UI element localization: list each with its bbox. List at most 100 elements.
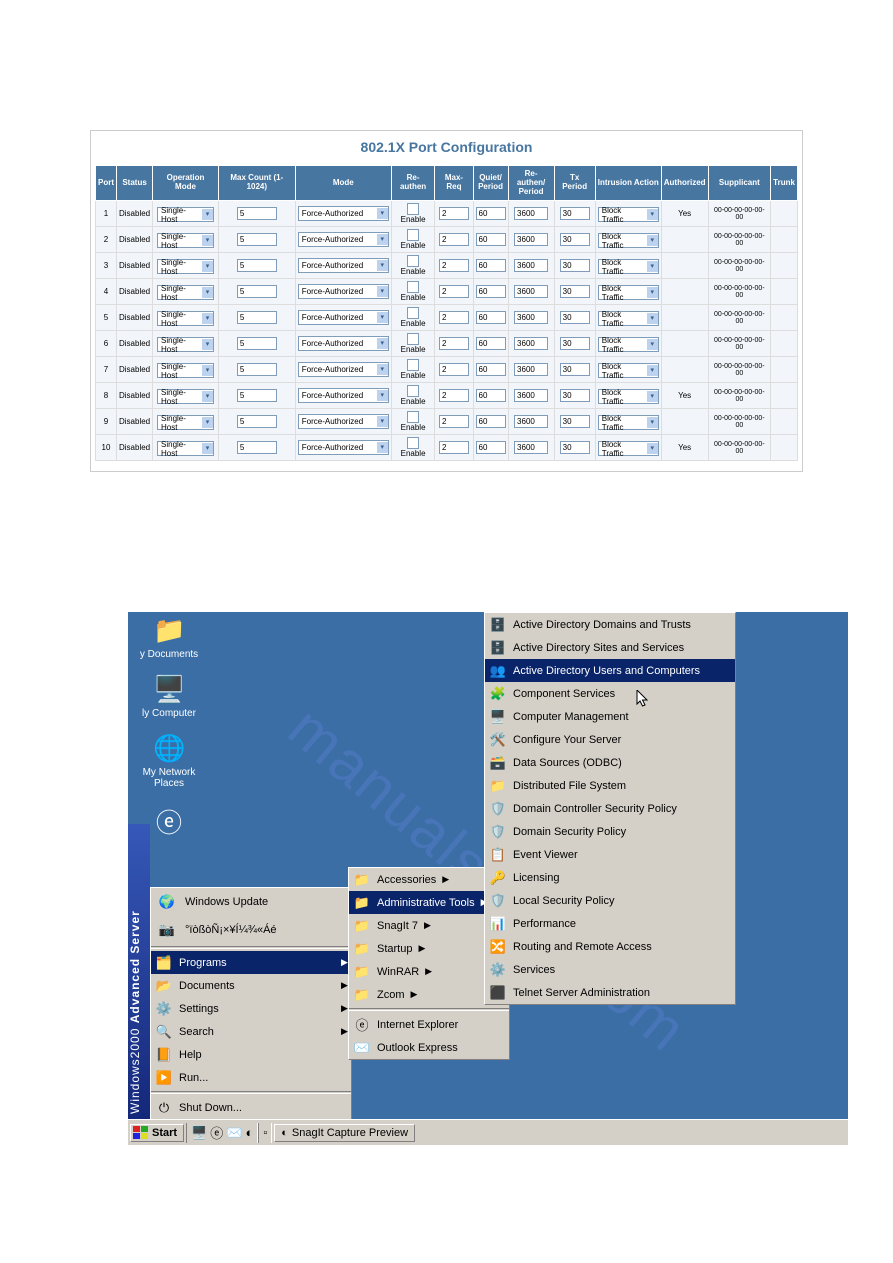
checkbox[interactable] — [407, 281, 419, 293]
text-input[interactable] — [237, 259, 277, 272]
select-field[interactable]: Force-Authorized▾ — [298, 440, 389, 455]
text-input[interactable] — [237, 337, 277, 350]
text-input[interactable] — [514, 285, 548, 298]
select-field[interactable]: Force-Authorized▾ — [298, 232, 389, 247]
text-input[interactable] — [439, 259, 469, 272]
menu-item[interactable]: ⚙️Services — [485, 958, 735, 981]
ie-ql-icon[interactable]: ⓔ — [210, 1123, 223, 1142]
text-input[interactable] — [237, 363, 277, 376]
menu-item[interactable]: 🖥️Computer Management — [485, 705, 735, 728]
text-input[interactable] — [476, 415, 506, 428]
select-field[interactable]: Single-Host▾ — [157, 337, 214, 352]
text-input[interactable] — [439, 363, 469, 376]
select-field[interactable]: Block Traffic▾ — [598, 415, 659, 430]
checkbox[interactable] — [407, 203, 419, 215]
text-input[interactable] — [237, 233, 277, 246]
text-input[interactable] — [476, 363, 506, 376]
menu-item[interactable]: 🔀Routing and Remote Access — [485, 935, 735, 958]
spacer-ql-icon[interactable]: ▫ — [263, 1127, 267, 1139]
select-field[interactable]: Block Traffic▾ — [598, 259, 659, 274]
desktop[interactable]: manualshive.com 📁y Documents🖥️ly Compute… — [128, 612, 848, 1145]
checkbox[interactable] — [407, 307, 419, 319]
checkbox[interactable] — [407, 385, 419, 397]
text-input[interactable] — [237, 285, 277, 298]
text-input[interactable] — [439, 311, 469, 324]
menu-item[interactable]: 🔑Licensing — [485, 866, 735, 889]
checkbox[interactable] — [407, 229, 419, 241]
menu-item[interactable]: 📁Distributed File System — [485, 774, 735, 797]
text-input[interactable] — [514, 415, 548, 428]
text-input[interactable] — [476, 389, 506, 402]
select-field[interactable]: Single-Host▾ — [157, 441, 214, 456]
snagit-ql-icon[interactable]: ◐ — [245, 1125, 253, 1140]
text-input[interactable] — [514, 259, 548, 272]
text-input[interactable] — [476, 259, 506, 272]
text-input[interactable] — [560, 285, 590, 298]
menu-item[interactable]: 🧩Component Services — [485, 682, 735, 705]
desktop-ql-icon[interactable]: 🖥️ — [191, 1125, 207, 1141]
menu-item[interactable]: 📙Help — [151, 1043, 351, 1066]
menu-item[interactable]: 🗄️Active Directory Domains and Trusts — [485, 613, 735, 636]
select-field[interactable]: Force-Authorized▾ — [298, 414, 389, 429]
text-input[interactable] — [476, 285, 506, 298]
text-input[interactable] — [560, 337, 590, 350]
checkbox[interactable] — [407, 411, 419, 423]
menu-item[interactable]: 👥Active Directory Users and Computers — [485, 659, 735, 682]
text-input[interactable] — [439, 415, 469, 428]
menu-item[interactable]: ⓔInternet Explorer — [349, 1013, 509, 1036]
select-field[interactable]: Force-Authorized▾ — [298, 336, 389, 351]
select-field[interactable]: Block Traffic▾ — [598, 337, 659, 352]
desktop-icon[interactable]: 🖥️ly Computer — [129, 674, 209, 719]
text-input[interactable] — [560, 259, 590, 272]
checkbox[interactable] — [407, 437, 419, 449]
text-input[interactable] — [514, 337, 548, 350]
menu-item[interactable]: 🔍Search▶ — [151, 1020, 351, 1043]
text-input[interactable] — [514, 233, 548, 246]
menu-item[interactable]: ▶️Run... — [151, 1066, 351, 1089]
select-field[interactable]: Single-Host▾ — [157, 415, 214, 430]
menu-item[interactable]: 📋Event Viewer — [485, 843, 735, 866]
select-field[interactable]: Single-Host▾ — [157, 363, 214, 378]
select-field[interactable]: Single-Host▾ — [157, 285, 214, 300]
select-field[interactable]: Single-Host▾ — [157, 389, 214, 404]
text-input[interactable] — [560, 207, 590, 220]
menu-item[interactable]: 🗄️Active Directory Sites and Services — [485, 636, 735, 659]
outlook-ql-icon[interactable]: ✉️ — [226, 1125, 242, 1141]
checkbox[interactable] — [407, 255, 419, 267]
text-input[interactable] — [476, 207, 506, 220]
text-input[interactable] — [439, 441, 469, 454]
menu-item[interactable]: 📂Documents▶ — [151, 974, 351, 997]
menu-item[interactable]: 🌍Windows Update — [151, 888, 351, 916]
desktop-icon[interactable]: 📁y Documents — [129, 615, 209, 660]
select-field[interactable]: Block Traffic▾ — [598, 363, 659, 378]
select-field[interactable]: Force-Authorized▾ — [298, 310, 389, 325]
text-input[interactable] — [476, 311, 506, 324]
text-input[interactable] — [237, 207, 277, 220]
menu-item[interactable]: ⚙️Settings▶ — [151, 997, 351, 1020]
select-field[interactable]: Force-Authorized▾ — [298, 284, 389, 299]
text-input[interactable] — [439, 389, 469, 402]
text-input[interactable] — [237, 389, 277, 402]
text-input[interactable] — [514, 389, 548, 402]
text-input[interactable] — [439, 207, 469, 220]
select-field[interactable]: Block Traffic▾ — [598, 233, 659, 248]
text-input[interactable] — [237, 441, 277, 454]
text-input[interactable] — [476, 233, 506, 246]
text-input[interactable] — [560, 363, 590, 376]
menu-item[interactable]: 🛠️Configure Your Server — [485, 728, 735, 751]
taskbar-task[interactable]: ◐ SnagIt Capture Preview — [274, 1124, 415, 1142]
text-input[interactable] — [439, 233, 469, 246]
text-input[interactable] — [439, 337, 469, 350]
select-field[interactable]: Force-Authorized▾ — [298, 362, 389, 377]
text-input[interactable] — [237, 415, 277, 428]
menu-item[interactable]: ⬛Telnet Server Administration — [485, 981, 735, 1004]
select-field[interactable]: Single-Host▾ — [157, 207, 214, 222]
text-input[interactable] — [560, 415, 590, 428]
menu-item[interactable]: ⏻Shut Down... — [151, 1096, 351, 1119]
select-field[interactable]: Block Traffic▾ — [598, 311, 659, 326]
desktop-icon[interactable]: 🌐My Network Places — [129, 733, 209, 789]
select-field[interactable]: Block Traffic▾ — [598, 441, 659, 456]
text-input[interactable] — [560, 441, 590, 454]
select-field[interactable]: Force-Authorized▾ — [298, 388, 389, 403]
select-field[interactable]: Force-Authorized▾ — [298, 258, 389, 273]
